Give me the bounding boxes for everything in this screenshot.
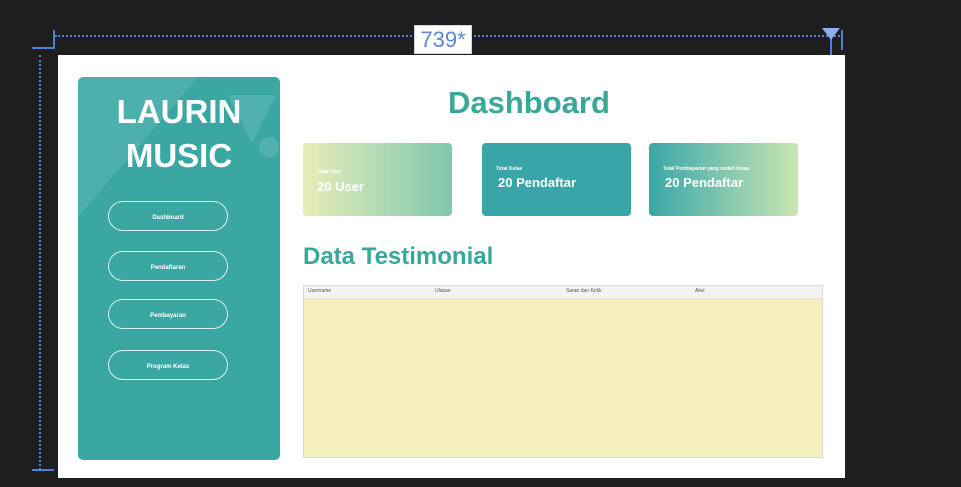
brand-line2: MUSIC bbox=[125, 137, 233, 174]
stat-card-total-user: Total User 20 User bbox=[303, 143, 452, 216]
testimonial-table[interactable]: Username Ulasan Saran dan Kritik Aksi bbox=[303, 285, 823, 458]
design-canvas: LAURIN MUSIC Dashboard Pendaftaran Pemba… bbox=[58, 55, 845, 478]
nav-program-kelas-button[interactable]: Program Kelas bbox=[108, 350, 228, 380]
column-marker-icon[interactable] bbox=[822, 28, 840, 40]
stat-card-value: 20 User bbox=[317, 179, 364, 194]
brand-logo: LAURIN MUSIC bbox=[78, 93, 280, 175]
table-header: Username Ulasan Saran dan Kritik Aksi bbox=[304, 286, 822, 299]
stat-card-label: Total Kelas bbox=[496, 166, 523, 172]
nav-dashboard-button[interactable]: Dashboard bbox=[108, 201, 228, 231]
column-header-aksi[interactable]: Aksi bbox=[695, 288, 704, 294]
width-label: 739* bbox=[414, 25, 472, 54]
height-guide-line bbox=[39, 55, 41, 470]
nav-pendaftaran-button[interactable]: Pendaftaran bbox=[108, 251, 228, 281]
page-title: Dashboard bbox=[448, 85, 610, 120]
stat-card-total-pembayaran: Total Pembayaran yang sudah lunas 20 Pen… bbox=[649, 143, 798, 216]
stat-card-label: Total Pembayaran yang sudah lunas bbox=[663, 166, 750, 172]
stat-card-total-kelas: Total Kelas 20 Pendaftar bbox=[482, 143, 631, 216]
column-header-ulasan[interactable]: Ulasan bbox=[435, 288, 451, 294]
testimonial-section-title: Data Testimonial bbox=[303, 243, 494, 270]
column-header-username[interactable]: Username bbox=[308, 288, 331, 294]
column-header-saran[interactable]: Saran dan Kritik bbox=[566, 288, 602, 294]
stat-card-value: 20 Pendaftar bbox=[665, 175, 744, 190]
nav-pembayaran-button[interactable]: Pembayaran bbox=[108, 299, 228, 329]
sidebar: LAURIN MUSIC Dashboard Pendaftaran Pemba… bbox=[78, 77, 280, 460]
stat-card-label: Total User bbox=[317, 169, 342, 175]
guide-tick bbox=[841, 30, 843, 50]
guide-tick bbox=[32, 47, 54, 49]
guide-tick bbox=[32, 469, 54, 471]
brand-line1: LAURIN bbox=[116, 93, 242, 130]
stat-card-value: 20 Pendaftar bbox=[498, 175, 577, 190]
guide-tick bbox=[53, 30, 55, 49]
